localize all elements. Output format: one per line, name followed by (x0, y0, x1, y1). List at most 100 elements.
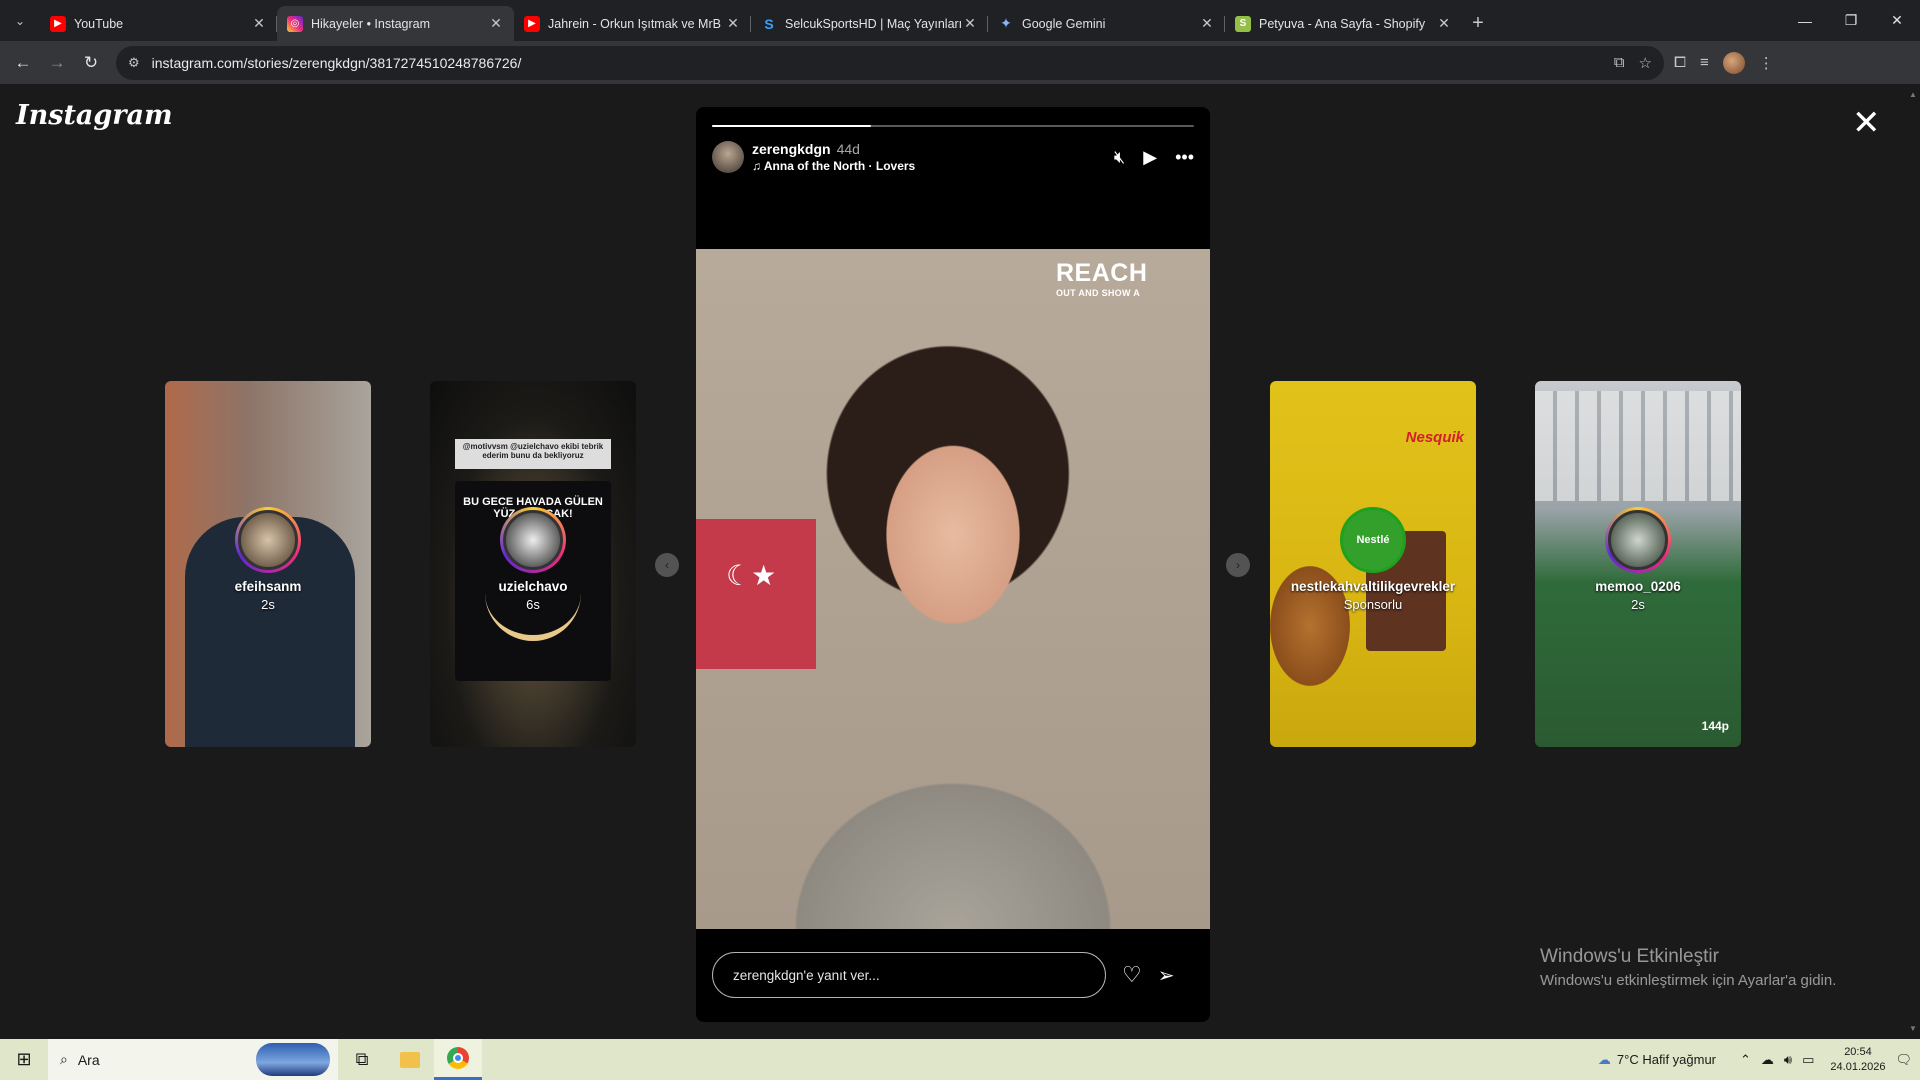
url-text[interactable]: instagram.com/stories/zerengkdgn/3817274… (152, 55, 1600, 71)
restore-icon[interactable]: ❐ (1828, 0, 1874, 41)
profile-avatar[interactable] (1722, 51, 1745, 74)
notifications-icon[interactable]: 🗨︎ (1895, 1052, 1912, 1068)
preview-username: nestlekahvaltilikgevrekler (1290, 579, 1456, 594)
close-tab-icon[interactable]: ✕ (725, 15, 741, 32)
gemini-icon: ✦ (1000, 15, 1012, 31)
story-preview-memoo[interactable]: memoo_0206 2s 144p (1535, 381, 1741, 747)
windows-activation-watermark: Windows'u Etkinleştir Windows'u etkinleş… (1540, 946, 1837, 989)
nestle-badge: Nestlé (1340, 507, 1406, 573)
cloud-rain-icon: ☁ (1597, 1051, 1611, 1067)
story-media: REACH OUT AND SHOW A (696, 249, 1210, 929)
tab-title: Google Gemini (1022, 16, 1106, 31)
preview-time: 6s (526, 597, 540, 612)
scroll-up-icon[interactable]: ▲ (1909, 90, 1917, 99)
tab-shopify[interactable]: S Petyuva - Ana Sayfa - Shopify ✕ (1225, 6, 1462, 41)
close-tab-icon[interactable]: ✕ (251, 15, 267, 32)
media-control-icon[interactable]: ≡ (1700, 54, 1709, 71)
previous-story-button[interactable]: ‹ (655, 553, 679, 577)
window-controls: — ❐ ✕ (1782, 0, 1920, 41)
story-progress-bar (712, 125, 1194, 127)
reply-input[interactable] (712, 952, 1106, 998)
bookmark-star-icon[interactable]: ☆ (1639, 54, 1652, 72)
weather-widget[interactable]: ☁ 7°C Hafif yağmur (1598, 1052, 1716, 1068)
tab-search-button[interactable]: ⌄ (0, 0, 40, 41)
extensions-icon[interactable]: ⧠ (1674, 54, 1686, 71)
menu-icon[interactable]: ⋮ (1759, 54, 1774, 72)
close-tab-icon[interactable]: ✕ (1436, 15, 1452, 32)
brand-logo: Nesquik (1405, 429, 1464, 446)
mute-icon[interactable]: 🔇︎ (1114, 147, 1125, 168)
tab-jahrein[interactable]: ▶ Jahrein - Orkun Işıtmak ve MrB ✕ (514, 6, 751, 41)
avatar[interactable] (712, 141, 744, 173)
story-preview-nestle[interactable]: Nesquik Nestlé nestlekahvaltilikgevrekle… (1270, 381, 1476, 747)
address-bar[interactable]: ⚙ instagram.com/stories/zerengkdgn/38172… (116, 45, 1664, 80)
scroll-down-icon[interactable]: ▼ (1909, 1024, 1917, 1033)
tab-gemini[interactable]: ✦ Google Gemini ✕ (988, 6, 1225, 41)
story-header: zerengkdgn 44d ♫ Anna of the North · Love… (712, 139, 1194, 175)
browser-toolbar: ← → ↻ ⚙ instagram.com/stories/zerengkdgn… (0, 41, 1920, 84)
tab-title: YouTube (74, 16, 124, 31)
tab-title: Jahrein - Orkun Işıtmak ve MrB (548, 16, 721, 31)
send-icon[interactable]: ➢ (1158, 963, 1175, 988)
avatar (235, 507, 301, 573)
heart-icon[interactable]: ♡ (1122, 962, 1142, 988)
network-icon[interactable]: ☁ (1761, 1052, 1774, 1068)
story-username[interactable]: zerengkdgn (752, 141, 831, 157)
close-tab-icon[interactable]: ✕ (962, 15, 978, 32)
instagram-logo[interactable]: Instagram (16, 100, 173, 131)
avatar (1605, 507, 1671, 573)
clock[interactable]: 20:54 24.01.2026 (1830, 1045, 1885, 1075)
volume-icon[interactable]: 🔊︎ (1784, 1052, 1792, 1068)
site-info-icon[interactable]: ⚙ (128, 55, 140, 71)
preview-time: 2s (1631, 597, 1645, 612)
close-stories-icon[interactable]: ✕ (1852, 106, 1881, 140)
next-story-button[interactable]: › (1226, 553, 1250, 577)
story-preview-efeihsanm[interactable]: efeihsanm 2s (165, 381, 371, 747)
reply-bar: ♡ ➢ (712, 952, 1194, 998)
tab-title: SelcukSportsHD | Maç Yayınları (785, 16, 962, 31)
tab-title: Petyuva - Ana Sayfa - Shopify (1259, 16, 1426, 31)
page-scrollbar[interactable]: ▲ ▼ (1906, 84, 1920, 1039)
chrome-taskbar-icon[interactable] (434, 1039, 482, 1080)
close-tab-icon[interactable]: ✕ (1199, 15, 1215, 32)
battery-icon[interactable]: ▭ (1802, 1052, 1814, 1068)
taskbar-search[interactable]: ⌕ Ara (48, 1039, 338, 1080)
tab-selcuk[interactable]: S SelcukSportsHD | Maç Yayınları ✕ (751, 6, 988, 41)
file-explorer-icon[interactable] (386, 1039, 434, 1080)
new-tab-button[interactable]: + (1462, 6, 1494, 41)
forward-icon[interactable]: → (40, 46, 74, 80)
preview-username: uzielchavo (498, 579, 568, 594)
youtube-icon: ▶ (50, 15, 66, 32)
avatar (500, 507, 566, 573)
music-icon: ♫ (752, 159, 764, 173)
preview-username: memoo_0206 (1595, 579, 1681, 594)
more-options-icon[interactable]: ••• (1175, 147, 1194, 168)
chevron-up-icon[interactable]: ⌃ (1740, 1052, 1751, 1068)
search-highlight-image (256, 1043, 330, 1076)
tab-strip: ⌄ ▶ YouTube ✕ ◎ Hikayeler • Instagram ✕ … (0, 0, 1920, 41)
windows-taskbar: ⊞ ⌕ Ara ⧉ ☁ 7°C Hafif yağmur ⌃ ☁ 🔊︎ ▭ 20… (0, 1039, 1920, 1080)
tab-title: Hikayeler • Instagram (311, 16, 431, 31)
story-music[interactable]: Anna of the North · Lovers (764, 159, 915, 173)
tab-youtube[interactable]: ▶ YouTube ✕ (40, 6, 277, 41)
weather-text: 7°C Hafif yağmur (1616, 1052, 1717, 1067)
close-window-icon[interactable]: ✕ (1874, 0, 1920, 41)
preview-time: 2s (261, 597, 275, 612)
preview-username: efeihsanm (234, 579, 302, 594)
minimize-icon[interactable]: — (1782, 0, 1828, 41)
active-story[interactable]: zerengkdgn 44d ♫ Anna of the North · Love… (696, 107, 1210, 1022)
preview-caption: @motivvsm @uzielchavo ekibi tebrik ederi… (455, 439, 611, 469)
install-app-icon[interactable]: ⧉ (1614, 54, 1625, 71)
tab-instagram[interactable]: ◎ Hikayeler • Instagram ✕ (277, 6, 514, 41)
shopify-icon: S (1235, 15, 1251, 32)
back-icon[interactable]: ← (6, 46, 40, 80)
play-icon[interactable]: ▶ (1143, 147, 1157, 168)
close-tab-icon[interactable]: ✕ (488, 15, 504, 32)
youtube-icon: ▶ (524, 15, 540, 32)
start-icon[interactable]: ⊞ (0, 1039, 48, 1080)
task-view-icon[interactable]: ⧉ (338, 1039, 386, 1080)
selcuk-icon: S (764, 15, 774, 32)
search-placeholder: Ara (77, 1051, 100, 1068)
story-preview-uzielchavo[interactable]: @motivvsm @uzielchavo ekibi tebrik ederi… (430, 381, 636, 747)
reload-icon[interactable]: ↻ (74, 46, 108, 80)
